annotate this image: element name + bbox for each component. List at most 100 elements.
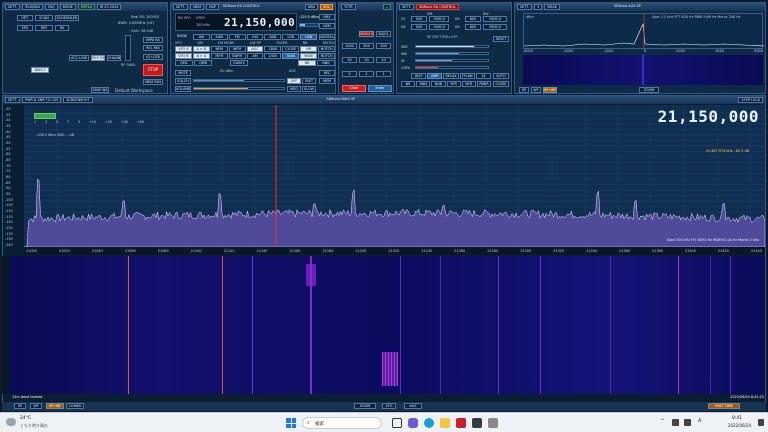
sfr-button[interactable]: SFR <box>446 81 461 87</box>
mode-button[interactable]: MODE <box>59 4 76 10</box>
epg-button[interactable]: EPG <box>17 25 33 31</box>
relax-button[interactable]: RELAX <box>443 73 459 79</box>
aux-zoom-button[interactable]: ZOOM <box>639 87 659 93</box>
filter-1800-button[interactable]: 1800 <box>264 46 282 52</box>
nr-button[interactable]: NR <box>300 46 318 52</box>
volume-icon[interactable] <box>684 419 691 426</box>
step-lock-button[interactable]: STEP LOCK <box>738 97 763 103</box>
vfo-b-button[interactable]: VFO B <box>175 53 192 59</box>
rx-nrx-button[interactable]: NRX <box>304 4 319 10</box>
sett-button[interactable]: SETT. <box>5 4 21 10</box>
network-icon[interactable] <box>672 419 679 426</box>
mode-lsb-button[interactable]: LSB <box>282 34 300 40</box>
cal-close-button[interactable]: CLOSE <box>493 81 509 87</box>
rx-button[interactable]: RX <box>55 25 69 31</box>
rx-dsp-button[interactable]: DSP <box>206 4 219 10</box>
aux-spectrum[interactable]: dBm Span 12 kHz FFT 628 Hz RBW 9.66 Hz M… <box>523 13 764 50</box>
start-icon[interactable] <box>286 418 296 428</box>
nr2-button[interactable]: NR <box>401 81 416 87</box>
impa-ra-button[interactable]: IMPA RA <box>143 37 163 43</box>
swfm-button[interactable]: SWFM <box>228 53 246 59</box>
cwafc-button[interactable]: CWAFC <box>230 60 248 66</box>
nb-button[interactable]: NB <box>298 60 316 66</box>
numpad-key-1000[interactable]: 1000 <box>342 43 357 49</box>
notch-button[interactable]: NOTCH <box>318 46 336 52</box>
tray-chevron-icon[interactable]: ⌃ <box>660 418 665 425</box>
mem-side-button[interactable]: MEM <box>319 78 335 84</box>
snr15-button[interactable]: SN/G15 <box>359 31 374 37</box>
notch2-button[interactable]: NOTCH <box>318 53 336 59</box>
rx-sett-button[interactable]: SETT. <box>173 4 189 10</box>
main-vfo-button[interactable]: VFO <box>382 403 396 409</box>
nnb-button[interactable]: NNB <box>431 81 446 87</box>
nbc-meter[interactable] <box>415 45 489 48</box>
scan-button[interactable]: SCAN <box>35 15 53 21</box>
fflan-button[interactable]: FFLAN <box>459 73 475 79</box>
reset-button[interactable]: RESET <box>493 36 509 42</box>
b-to-a-button[interactable]: B > A <box>192 53 210 59</box>
cal-row2-v3[interactable]: 600 <box>465 24 481 30</box>
nbg-button[interactable]: NBG <box>317 60 335 66</box>
main-combo-button[interactable]: COMBO <box>66 403 84 409</box>
step-value[interactable]: 100 kHz <box>196 23 210 27</box>
opt-button[interactable]: OPT. <box>17 15 33 21</box>
lang-indicator[interactable]: A <box>698 418 701 424</box>
vfo-a-button[interactable]: VFO A <box>175 46 192 52</box>
agc-med-button[interactable]: MED <box>287 86 301 92</box>
agc-slow-button[interactable]: SLOW <box>302 86 316 92</box>
explorer-icon[interactable] <box>440 418 450 428</box>
enter-button[interactable]: Enter <box>368 85 392 92</box>
pwr-snr-button[interactable]: PWR & SNR TO CSV <box>22 97 62 103</box>
rel-mix-button[interactable]: REL MIX <box>143 45 163 51</box>
mode-am-button[interactable]: AM <box>193 34 210 40</box>
chat-icon[interactable] <box>408 418 418 428</box>
impa-button[interactable]: ACC LOW <box>69 55 89 61</box>
reg-ra-button[interactable]: REG RA <box>91 55 105 61</box>
pbnr-button[interactable]: PBNR <box>476 81 492 87</box>
numpad-key-100[interactable]: 100 <box>376 43 391 49</box>
nfm-button[interactable]: NFM <box>210 46 228 52</box>
mem-pan-button[interactable]: MEM PAN <box>143 79 163 85</box>
lo-lock-button[interactable]: LO LOCK <box>143 54 163 60</box>
mode-usb-button[interactable]: USB <box>300 34 318 40</box>
nrx-side-button[interactable]: NRX <box>319 14 335 20</box>
nfr-button[interactable]: NFR <box>461 81 476 87</box>
squelch-button[interactable]: SQLCH <box>175 78 191 84</box>
numpad-key-2[interactable]: 2 <box>359 71 374 77</box>
app-icon[interactable] <box>488 418 498 428</box>
cal-row2-v1[interactable]: 500 <box>411 24 427 30</box>
vfo-frequency[interactable]: 21,150,000 <box>224 16 295 29</box>
notification-icon[interactable] <box>758 419 764 426</box>
mode-sam-button[interactable]: SAM <box>210 34 228 40</box>
stop-button[interactable]: STOP <box>143 64 163 76</box>
rf-gain-slider[interactable] <box>125 35 131 61</box>
amp-button[interactable]: AMP <box>427 73 443 79</box>
nsm-side-button[interactable]: NSM <box>319 23 335 29</box>
main-spectrum[interactable]: 21,150,000 -106.5 dBm SNR: -- dB 21,467.… <box>24 105 765 247</box>
rx-vol-button[interactable]: VOL <box>320 4 333 10</box>
main-khz-button[interactable]: KHZ <box>404 403 422 409</box>
mult-time-button[interactable]: MULT TIME <box>708 403 740 409</box>
edge-icon[interactable] <box>424 418 434 428</box>
channel-button[interactable]: CHANNEL <box>107 55 121 61</box>
wide-button[interactable]: WIDE <box>300 53 318 59</box>
mode-fm-button[interactable]: FM <box>228 34 246 40</box>
mute-button[interactable]: MUTE <box>175 70 191 76</box>
screenshot-button[interactable]: SCREENSHOT <box>63 97 93 103</box>
filter-close-button[interactable]: CLOSE <box>282 46 300 52</box>
mode-cw-button[interactable]: CW <box>246 34 264 40</box>
aux-waterfall[interactable] <box>523 55 763 85</box>
cal-row1-v4[interactable]: 2500.0 <box>483 16 507 22</box>
cal-sett-button[interactable]: SETT. <box>399 4 415 10</box>
rec-side-button[interactable]: REC <box>319 70 335 76</box>
cal-row1-v1[interactable]: 500 <box>411 16 427 22</box>
search-box[interactable]: ⌕ 検索 <box>302 417 382 429</box>
aux-mask-button[interactable]: MASK <box>544 4 560 10</box>
mfm-button[interactable]: MFM <box>210 53 228 59</box>
bias-t-button[interactable]: BIAS-T <box>31 67 49 73</box>
filter-2400-button[interactable]: 2400 <box>264 53 282 59</box>
squelch-slider[interactable] <box>193 79 285 82</box>
taskview-icon[interactable] <box>392 418 402 428</box>
numpad-key-500[interactable]: 500 <box>359 43 374 49</box>
rp2-button[interactable]: RP2 <box>35 25 53 31</box>
